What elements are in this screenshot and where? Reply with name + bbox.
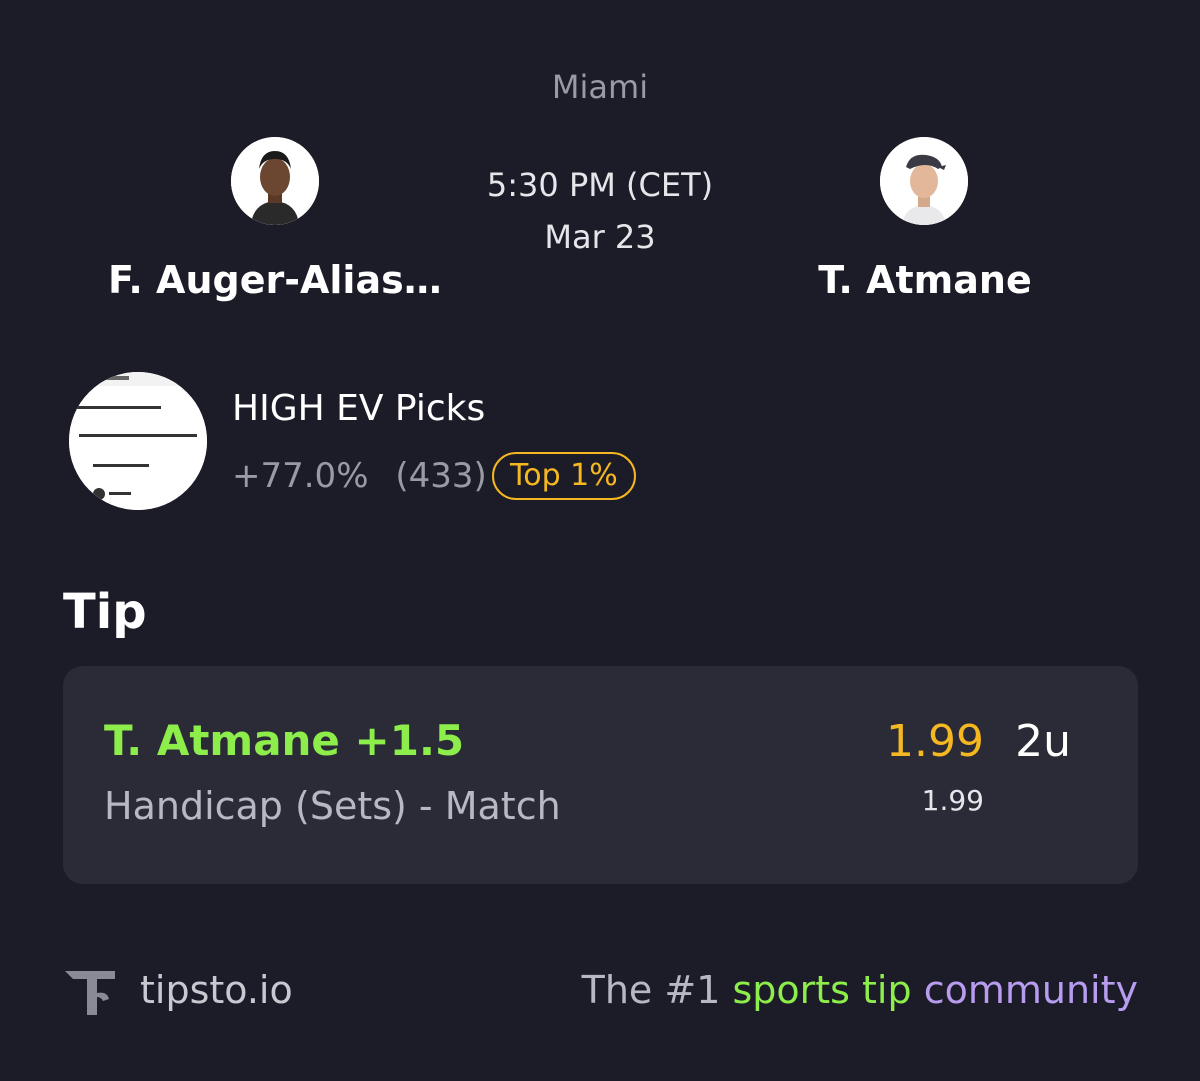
tipsto-logo-icon[interactable] <box>63 963 117 1017</box>
tipster-tip-count: (433) <box>395 456 487 496</box>
match-time: 5:30 PM (CET) <box>486 166 714 204</box>
tip-odds-secondary: 1.99 <box>921 784 984 817</box>
brand-name[interactable]: tipsto.io <box>140 968 293 1012</box>
match-date: Mar 23 <box>544 218 656 256</box>
tip-market: Handicap (Sets) - Match <box>104 784 561 828</box>
tipster-avatar[interactable] <box>69 372 207 510</box>
tip-stake: 2u <box>1015 716 1071 767</box>
tipster-photo-icon <box>69 372 207 510</box>
slogan-part-3: community <box>911 968 1138 1012</box>
footer-slogan: The #1 sports tip community <box>582 968 1138 1012</box>
slogan-part-2: sports tip <box>732 968 912 1012</box>
tipster-yield: +77.0% <box>232 456 369 496</box>
away-player-name[interactable]: T. Atmane <box>760 258 1090 302</box>
tip-section-title: Tip <box>63 584 147 640</box>
away-player-photo-icon <box>880 137 968 225</box>
tip-odds: 1.99 <box>886 716 984 767</box>
tipster-name[interactable]: HIGH EV Picks <box>232 388 485 429</box>
venue-label: Miami <box>551 68 649 106</box>
tipster-stats: +77.0% (433) <box>232 456 487 496</box>
rank-badge: Top 1% <box>492 452 636 500</box>
tip-card[interactable]: T. Atmane +1.5 Handicap (Sets) - Match 1… <box>63 666 1138 884</box>
slogan-part-1: The #1 <box>581 968 733 1012</box>
home-player-name[interactable]: F. Auger-Aliassime <box>108 258 448 302</box>
tip-selection: T. Atmane +1.5 <box>104 716 465 765</box>
away-player-avatar[interactable] <box>880 137 968 225</box>
